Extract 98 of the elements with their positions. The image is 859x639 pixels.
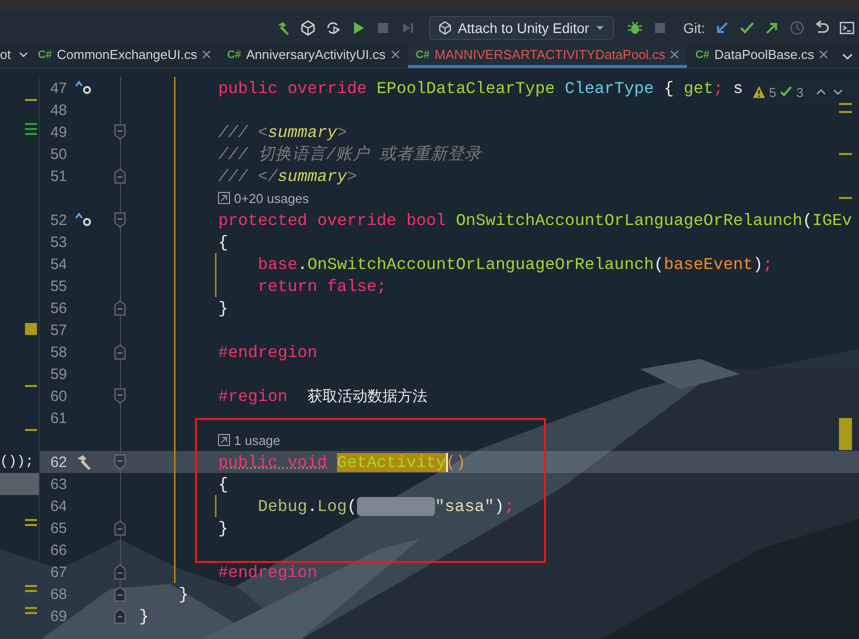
line-number: 63 <box>49 476 67 492</box>
close-icon[interactable] <box>202 50 212 59</box>
code-line: /// <summary> <box>217 122 347 142</box>
csharp-icon: C# <box>416 48 430 60</box>
file-tab[interactable]: C# MANNIVERSARTACTIVITYDataPool.cs <box>408 44 688 68</box>
line-number: 64 <box>49 498 67 514</box>
fold-icon[interactable] <box>114 564 126 580</box>
line-number: 69 <box>49 608 67 624</box>
line-number: 68 <box>49 586 67 602</box>
code-line: public void GetActivity() <box>217 452 466 472</box>
check-icon[interactable] <box>739 20 755 36</box>
fold-icon[interactable] <box>114 454 126 470</box>
fold-icon[interactable] <box>114 520 126 536</box>
line-number: 51 <box>49 168 67 184</box>
override-icon[interactable] <box>74 80 94 96</box>
arrow-down-left-icon[interactable] <box>714 20 730 36</box>
close-icon[interactable] <box>390 50 400 59</box>
line-number: 56 <box>49 300 67 316</box>
code-line: } <box>217 298 228 318</box>
csharp-icon: C# <box>695 48 710 60</box>
code-line: { <box>217 474 228 494</box>
fold-icon[interactable] <box>114 388 126 404</box>
check-count: 3 <box>796 84 804 100</box>
usages-link[interactable]: 0+20 usages <box>234 190 309 206</box>
arrow-square-icon <box>218 434 230 446</box>
error-stripe-marker[interactable] <box>839 418 852 450</box>
file-tab[interactable]: ot <box>0 44 30 68</box>
undo-icon[interactable] <box>814 20 830 36</box>
code-line: base.OnSwitchAccountOrLanguageOrRelaunch(baseEvent); <box>256 254 773 274</box>
line-number: 61 <box>49 410 67 426</box>
code-line: public override EPoolDataClearType ClearType { get; s <box>217 78 744 98</box>
arrow-up-right-icon[interactable] <box>764 20 780 36</box>
code-line: } <box>217 518 228 538</box>
error-stripe-marker[interactable] <box>839 103 852 105</box>
tab-label: ot <box>0 47 11 62</box>
line-number: 52 <box>49 212 67 228</box>
code-line: /// </summary> <box>217 166 357 186</box>
tab-label: CommonExchangeUI.cs <box>56 47 198 62</box>
line-number: 54 <box>49 256 67 272</box>
line-number: 48 <box>49 102 67 118</box>
code-fragment: ()); <box>0 454 34 470</box>
line-number: 66 <box>49 542 67 558</box>
line-number: 53 <box>49 234 67 250</box>
line-number: 67 <box>49 564 67 580</box>
arrow-square-icon <box>218 192 230 204</box>
check-icon <box>779 85 794 99</box>
chevron-down-icon[interactable] <box>18 50 28 59</box>
cube-refresh-icon[interactable] <box>324 20 341 36</box>
code-line: return false; <box>256 276 387 296</box>
bug-icon[interactable] <box>627 20 644 36</box>
line-number: 47 <box>49 80 67 96</box>
usages-link[interactable]: 1 usage <box>234 432 280 448</box>
fold-icon[interactable] <box>114 124 126 140</box>
terminal-icon[interactable] <box>839 20 855 36</box>
tab-label: AnniversaryActivityUI.cs <box>246 47 386 62</box>
code-line: #endregion <box>217 342 318 362</box>
code-line: protected override bool OnSwitchAccountOrLanguageOrRelaunch(IGEv <box>217 210 852 230</box>
warning-icon <box>752 85 766 99</box>
code-line: } <box>139 606 149 626</box>
close-icon[interactable] <box>819 50 828 59</box>
line-number: 60 <box>49 388 67 404</box>
close-icon[interactable] <box>670 50 680 59</box>
code-line: "sasa"); <box>434 496 514 516</box>
csharp-icon: C# <box>227 48 242 60</box>
git-label: Git: <box>683 20 705 36</box>
fold-icon[interactable] <box>114 212 126 228</box>
line-number: 62 <box>49 454 67 470</box>
file-tab[interactable]: C# CommonExchangeUI.cs <box>30 44 220 68</box>
fold-icon[interactable] <box>114 300 126 316</box>
tab-label: DataPoolBase.cs <box>714 47 814 62</box>
cube-icon[interactable] <box>300 20 316 36</box>
line-number: 58 <box>49 344 67 360</box>
line-number: 59 <box>49 366 67 382</box>
code-line: Debug.Log( <box>256 496 357 516</box>
fold-icon[interactable] <box>114 344 126 360</box>
code-line: #endregion <box>217 562 318 582</box>
file-tab[interactable]: C# DataPoolBase.cs <box>687 44 836 68</box>
file-tab[interactable]: C# AnniversaryActivityUI.cs <box>219 44 408 68</box>
fold-icon[interactable] <box>114 168 126 184</box>
line-number: 50 <box>49 146 67 162</box>
fold-icon[interactable] <box>114 586 126 602</box>
fold-icon[interactable] <box>114 608 126 624</box>
warning-count: 5 <box>769 84 776 100</box>
code-line: /// 切换语言/账户 或者重新登录 <box>217 144 482 165</box>
csharp-icon: C# <box>38 48 52 60</box>
line-number: 55 <box>49 278 67 294</box>
cube-icon <box>438 21 452 35</box>
code-line: } <box>178 584 189 604</box>
error-stripe-marker[interactable] <box>839 197 852 199</box>
line-number: 65 <box>49 520 67 536</box>
code-line: #region 获取活动数据方法 <box>217 386 428 406</box>
run-configuration-dropdown[interactable]: Attach to Unity Editor <box>428 16 614 40</box>
error-stripe-marker[interactable] <box>839 153 852 155</box>
line-number: 57 <box>49 322 67 338</box>
override-icon[interactable] <box>74 212 94 228</box>
code-line: { <box>217 232 228 252</box>
line-number: 49 <box>49 124 67 140</box>
tab-label: MANNIVERSARTACTIVITYDataPool.cs <box>434 47 666 62</box>
